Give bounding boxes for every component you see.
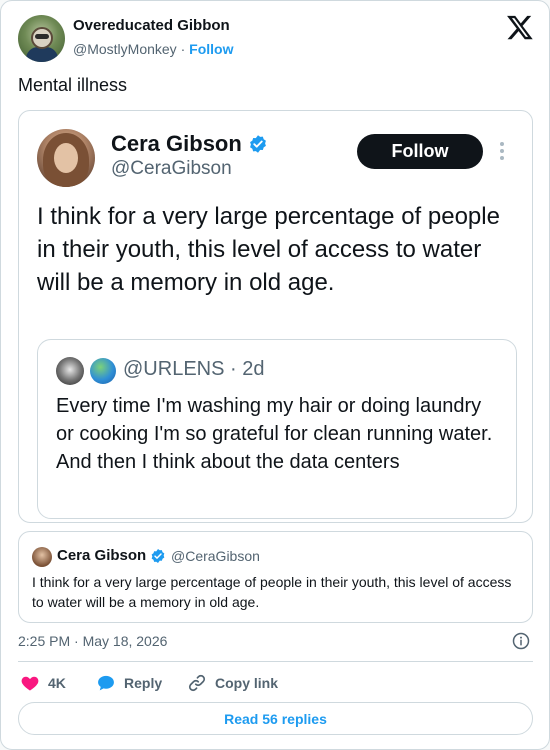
quote-tweet-text: I think for a very large percentage of p… bbox=[32, 574, 512, 610]
quote-author-name: Cera Gibson bbox=[57, 547, 147, 564]
info-icon[interactable] bbox=[512, 632, 530, 650]
embedded-author-avatar bbox=[37, 129, 95, 187]
tweet-text: Mental illness bbox=[18, 75, 128, 95]
more-options-icon bbox=[500, 142, 504, 160]
embedded-author-name-row: Cera Gibson bbox=[111, 131, 268, 157]
heart-icon bbox=[21, 676, 39, 691]
copy-link-label: Copy link bbox=[215, 675, 279, 691]
reply-button[interactable]: Reply bbox=[96, 673, 162, 693]
embedded-tweet-image[interactable]: Cera Gibson @CeraGibson Follow I think f… bbox=[18, 110, 533, 523]
quote-tweet-card[interactable]: Cera Gibson @CeraGibson I think for a ve… bbox=[18, 531, 533, 623]
quoted-tweet-text: Every time I'm washing my hair or doing … bbox=[56, 395, 493, 473]
separator-dot: · bbox=[180, 41, 186, 57]
like-count: 4K bbox=[48, 675, 66, 691]
x-logo-icon[interactable] bbox=[506, 13, 534, 41]
author-handle[interactable]: @MostlyMonkey bbox=[73, 41, 177, 57]
quote-author-handle: @CeraGibson bbox=[171, 548, 260, 564]
quoted-handle-time: @URLENS · 2d bbox=[123, 358, 265, 380]
read-replies-button[interactable]: Read 56 replies bbox=[18, 702, 533, 735]
inner-quoted-tweet: @URLENS · 2d Every time I'm washing my h… bbox=[37, 339, 517, 519]
author-name[interactable]: Overeducated Gibbon bbox=[73, 17, 230, 34]
link-icon bbox=[188, 674, 206, 692]
embedded-tweet-text: I think for a very large percentage of p… bbox=[37, 203, 500, 296]
globe-icon bbox=[90, 358, 116, 384]
tweet-card: Overeducated Gibbon @MostlyMonkey · Foll… bbox=[0, 0, 550, 750]
quote-author-name-row: Cera Gibson bbox=[57, 547, 166, 564]
verified-badge-icon bbox=[151, 548, 165, 563]
reply-label: Reply bbox=[124, 675, 163, 691]
copy-link-button[interactable]: Copy link bbox=[187, 673, 278, 693]
embedded-follow-button: Follow bbox=[357, 134, 483, 169]
verified-badge-icon bbox=[249, 135, 266, 153]
embedded-author-name: Cera Gibson bbox=[111, 131, 242, 156]
author-handle-line: @MostlyMonkey · Follow bbox=[73, 41, 233, 57]
quoted-avatar bbox=[56, 357, 84, 385]
author-avatar[interactable] bbox=[18, 15, 65, 62]
embedded-author-handle: @CeraGibson bbox=[111, 158, 232, 179]
divider bbox=[18, 661, 533, 662]
quote-author-avatar bbox=[32, 547, 52, 567]
like-button[interactable]: 4K bbox=[20, 673, 66, 693]
follow-link[interactable]: Follow bbox=[189, 41, 233, 57]
reply-bubble-icon bbox=[98, 675, 114, 691]
tweet-timestamp[interactable]: 2:25 PM · May 18, 2026 bbox=[18, 633, 167, 649]
